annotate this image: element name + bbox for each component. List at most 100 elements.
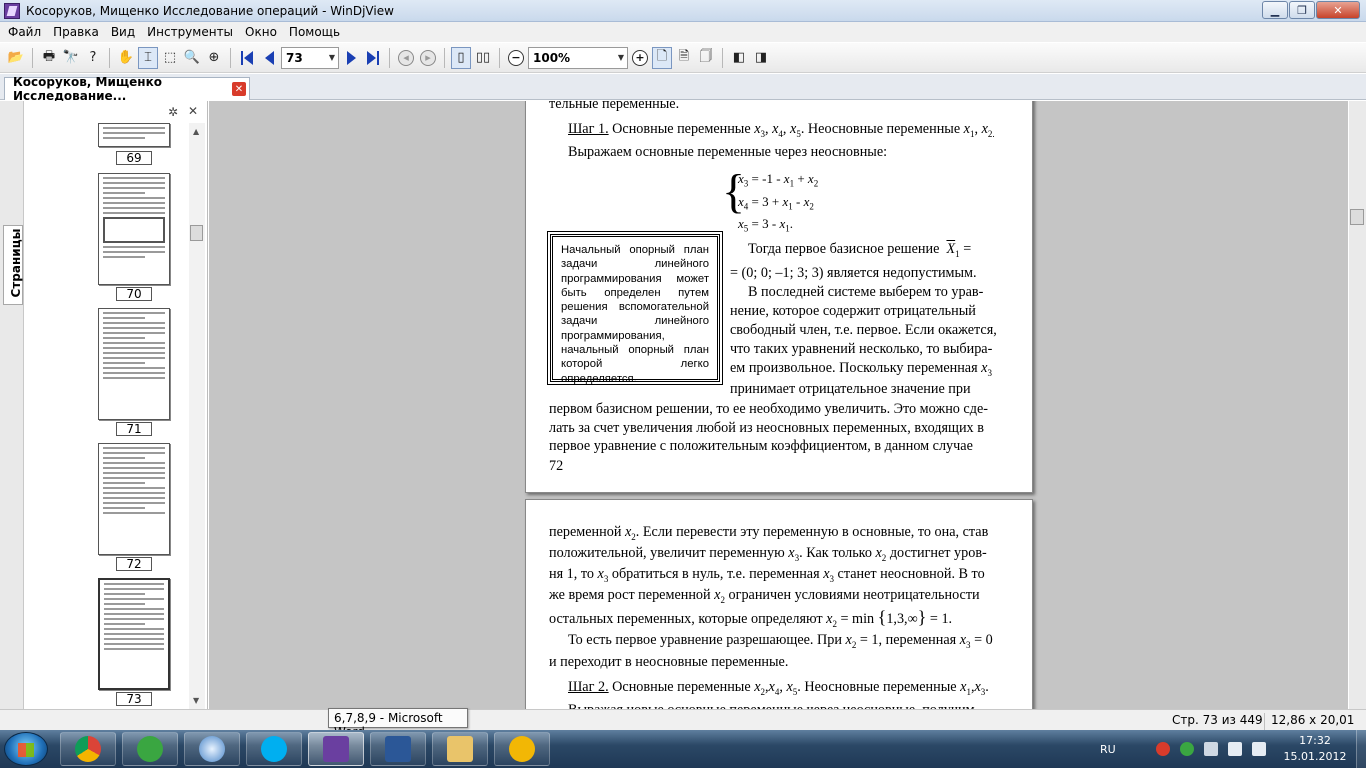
close-tab-icon[interactable]: ✕ xyxy=(232,82,246,96)
page-thumbnail[interactable] xyxy=(98,123,170,147)
network-icon[interactable] xyxy=(1227,742,1242,756)
taskbar-windjview[interactable] xyxy=(308,732,364,766)
page-thumbnail-current[interactable] xyxy=(98,578,170,690)
page-thumbnail[interactable] xyxy=(98,173,170,285)
toolbar-separator xyxy=(230,47,231,68)
tab-pages[interactable]: Страницы xyxy=(3,225,23,305)
hand-tool-icon[interactable]: ✋ xyxy=(116,47,136,69)
history-back-icon[interactable]: ◂ xyxy=(396,47,416,69)
utorrent-tray-icon[interactable] xyxy=(1179,742,1194,756)
taskbar-app[interactable] xyxy=(494,732,550,766)
text-line: Шаг 1. Основные переменные x3, x4, x5. Н… xyxy=(568,121,995,139)
taskbar-explorer[interactable] xyxy=(432,732,488,766)
itunes-icon xyxy=(199,736,225,762)
menu-bar: Файл Правка Вид Инструменты Окно Помощь xyxy=(0,22,1366,42)
document-tab-title: Косоруков, Мищенко Исследование... xyxy=(13,75,162,103)
scrollbar-thumb[interactable] xyxy=(1350,209,1364,225)
thumbnail-page-number: 72 xyxy=(116,557,152,571)
thumbnail-page-number: 69 xyxy=(116,151,152,165)
taskbar-tooltip: 6,7,8,9 - Microsoft Word xyxy=(328,708,468,739)
close-button[interactable]: ✕ xyxy=(1316,1,1360,19)
maximize-button[interactable]: ❐ xyxy=(1289,1,1315,19)
taskbar-chrome[interactable] xyxy=(60,732,116,766)
sidebar-tabs: Страницы xyxy=(0,101,24,709)
text-line: первом базисном решении, то ее необходим… xyxy=(549,401,988,417)
actual-size-icon[interactable]: 🗍 xyxy=(696,47,716,69)
zoom-tool-icon[interactable]: 🔍 xyxy=(182,47,202,69)
taskbar-word[interactable] xyxy=(370,732,426,766)
text-line: что таких уравнений несколько, то выбира… xyxy=(730,341,993,357)
scrollbar-thumb[interactable] xyxy=(190,225,203,241)
open-folder-icon[interactable]: 📂 xyxy=(6,47,26,69)
taskbar-itunes[interactable] xyxy=(184,732,240,766)
document-scrollbar[interactable] xyxy=(1349,101,1366,709)
text-line: Тогда первое базисное решение X1 = xyxy=(748,241,972,259)
help-icon[interactable]: ? xyxy=(83,47,103,69)
find-icon[interactable]: 🔭 xyxy=(61,47,81,69)
document-view[interactable]: тельные переменные. Шаг 1. Основные пере… xyxy=(209,101,1348,709)
select-tool-icon[interactable]: ⌶ xyxy=(138,46,158,69)
device-tray-icon[interactable] xyxy=(1203,742,1218,756)
title-bar: Косоруков, Мищенко Исследование операций… xyxy=(0,0,1366,22)
text-line: = (0; 0; –1; 3; 3) является недопустимым… xyxy=(730,265,977,281)
fit-page-icon[interactable]: 🗋 xyxy=(652,46,672,69)
text-line: свободный член, т.е. первое. Если окажет… xyxy=(730,322,997,338)
word-icon xyxy=(385,736,411,762)
toolbar-separator xyxy=(444,47,445,68)
two-page-layout-icon[interactable]: ▯▯ xyxy=(473,47,493,69)
gear-icon[interactable]: ✲ xyxy=(168,105,178,119)
page-thumbnail[interactable] xyxy=(98,443,170,555)
rotate-icon[interactable]: ◨ xyxy=(751,47,771,69)
next-page-icon[interactable] xyxy=(341,47,361,69)
clock-time: 17:32 xyxy=(1299,734,1331,747)
last-page-icon[interactable] xyxy=(363,47,383,69)
zoom-select[interactable]: 100% ▼ xyxy=(528,46,628,69)
document-tab[interactable]: Косоруков, Мищенко Исследование... ✕ xyxy=(4,75,250,103)
text-line: Шаг 2. Основные переменные x2,x4, x5. Не… xyxy=(568,679,989,697)
language-indicator[interactable]: RU xyxy=(1100,743,1116,756)
document-tab-strip: Косоруков, Мищенко Исследование... ✕ xyxy=(0,74,1366,103)
clock[interactable]: 17:32 15.01.2012 xyxy=(1282,733,1348,765)
chrome-icon xyxy=(75,736,101,762)
volume-icon[interactable] xyxy=(1251,742,1266,756)
tray-app-icon[interactable] xyxy=(1155,742,1170,756)
thumbnails-scrollbar[interactable]: ▲ ▼ xyxy=(189,123,205,709)
text-line: тельные переменные. xyxy=(549,101,680,112)
menu-view[interactable]: Вид xyxy=(105,25,141,39)
step-label: Шаг 1. xyxy=(568,121,609,137)
rect-select-icon[interactable]: ⬚ xyxy=(160,47,180,69)
first-page-icon[interactable] xyxy=(237,47,257,69)
taskbar-skype[interactable] xyxy=(246,732,302,766)
scroll-up-icon[interactable]: ▲ xyxy=(193,127,199,136)
toolbar-separator xyxy=(722,47,723,68)
menu-tools[interactable]: Инструменты xyxy=(141,25,239,39)
menu-edit[interactable]: Правка xyxy=(47,25,105,39)
menu-window[interactable]: Окно xyxy=(239,25,283,39)
zoom-out-icon[interactable]: − xyxy=(506,47,526,69)
zoom-in-icon[interactable]: + xyxy=(630,47,650,69)
scroll-down-icon[interactable]: ▼ xyxy=(193,696,199,705)
show-desktop-button[interactable] xyxy=(1356,730,1366,768)
windjview-icon xyxy=(323,736,349,762)
fit-width-icon[interactable]: 🗎 xyxy=(674,47,694,69)
menu-help[interactable]: Помощь xyxy=(283,25,346,39)
page-number-select[interactable]: 73 ▼ xyxy=(281,46,339,69)
text-line: нение, которое содержит отрицательный xyxy=(730,303,976,319)
display-mode-icon[interactable]: ◧ xyxy=(729,47,749,69)
chevron-down-icon: ▼ xyxy=(617,53,624,62)
taskbar-utorrent[interactable] xyxy=(122,732,178,766)
zoom-rect-icon[interactable]: ⊕ xyxy=(204,47,224,69)
page-number: 72 xyxy=(549,458,564,474)
start-button[interactable] xyxy=(4,732,48,766)
print-icon[interactable]: 🖶 xyxy=(39,47,59,69)
history-forward-icon[interactable]: ▸ xyxy=(418,47,438,69)
page-thumbnail[interactable] xyxy=(98,308,170,420)
minimize-button[interactable]: ▁ xyxy=(1262,1,1288,19)
status-page-info: Стр. 73 из 449 xyxy=(1172,713,1263,727)
prev-page-icon[interactable] xyxy=(259,47,279,69)
page-number-value: 73 xyxy=(286,50,303,65)
menu-file[interactable]: Файл xyxy=(2,25,47,39)
toolbar-separator xyxy=(389,47,390,68)
close-panel-icon[interactable]: ✕ xyxy=(188,104,198,118)
single-page-layout-icon[interactable]: ▯ xyxy=(451,46,471,69)
